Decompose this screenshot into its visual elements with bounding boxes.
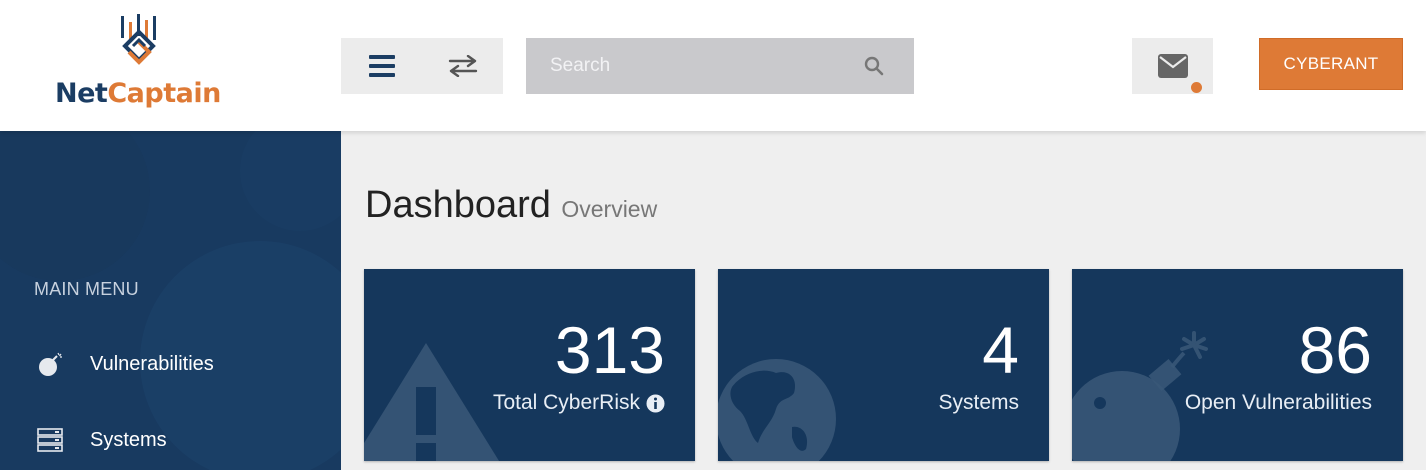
netcaptain-logo[interactable]: NetCaptain bbox=[55, 14, 227, 114]
stat-value: 4 bbox=[982, 313, 1019, 387]
search-box bbox=[526, 38, 914, 94]
stat-label-text: Systems bbox=[938, 391, 1019, 414]
sidebar-item-label: Vulnerabilities bbox=[90, 353, 214, 375]
logo-text-net: Net bbox=[55, 78, 108, 109]
stat-label: Open Vulnerabilities bbox=[1185, 391, 1372, 415]
info-icon[interactable] bbox=[646, 394, 665, 413]
logo-wordmark: NetCaptain bbox=[55, 78, 221, 109]
notification-dot bbox=[1191, 82, 1202, 93]
search-input[interactable] bbox=[526, 38, 856, 94]
stat-label-text: Total CyberRisk bbox=[492, 391, 640, 414]
stat-value: 313 bbox=[554, 313, 665, 387]
server-icon bbox=[37, 428, 63, 452]
stat-card-systems[interactable]: 4 Systems bbox=[718, 269, 1049, 461]
search-icon[interactable] bbox=[864, 56, 884, 76]
stat-label-text: Open Vulnerabilities bbox=[1184, 391, 1372, 414]
mail-icon bbox=[1157, 54, 1188, 78]
user-account-button[interactable]: CYBERANT bbox=[1259, 38, 1403, 90]
menu-toggle-button[interactable] bbox=[341, 38, 422, 94]
menu-icon bbox=[368, 55, 395, 77]
logo-mark-icon bbox=[121, 14, 156, 65]
stat-card-open-vulnerabilities[interactable]: 86 Open Vulnerabilities bbox=[1072, 269, 1403, 461]
header-toggle-group bbox=[341, 38, 503, 94]
stat-card-total-cyberrisk[interactable]: 313 Total CyberRisk bbox=[364, 269, 695, 461]
sidebar-item-systems[interactable]: Systems bbox=[0, 415, 341, 465]
sidebar-item-label: Systems bbox=[90, 429, 167, 451]
bomb-icon bbox=[39, 352, 62, 376]
sidebar-item-vulnerabilities[interactable]: Vulnerabilities bbox=[0, 339, 341, 389]
page-title: Dashboard Overview bbox=[365, 184, 657, 227]
logo-text-captain: Captain bbox=[107, 78, 221, 109]
messages-button[interactable] bbox=[1132, 38, 1213, 94]
swap-icon bbox=[448, 55, 477, 77]
page-title-text: Dashboard bbox=[365, 184, 551, 226]
swap-button[interactable] bbox=[422, 38, 503, 94]
sidebar: MAIN MENU Vulnerabilities Systems bbox=[0, 131, 341, 470]
stat-label: Systems bbox=[938, 391, 1019, 415]
stat-label: Total CyberRisk bbox=[493, 391, 665, 415]
page-subtitle: Overview bbox=[561, 196, 658, 222]
top-header: NetCaptain CYBERA bbox=[0, 0, 1426, 131]
stat-value: 86 bbox=[1298, 313, 1372, 387]
sidebar-menu-title: MAIN MENU bbox=[34, 279, 139, 299]
